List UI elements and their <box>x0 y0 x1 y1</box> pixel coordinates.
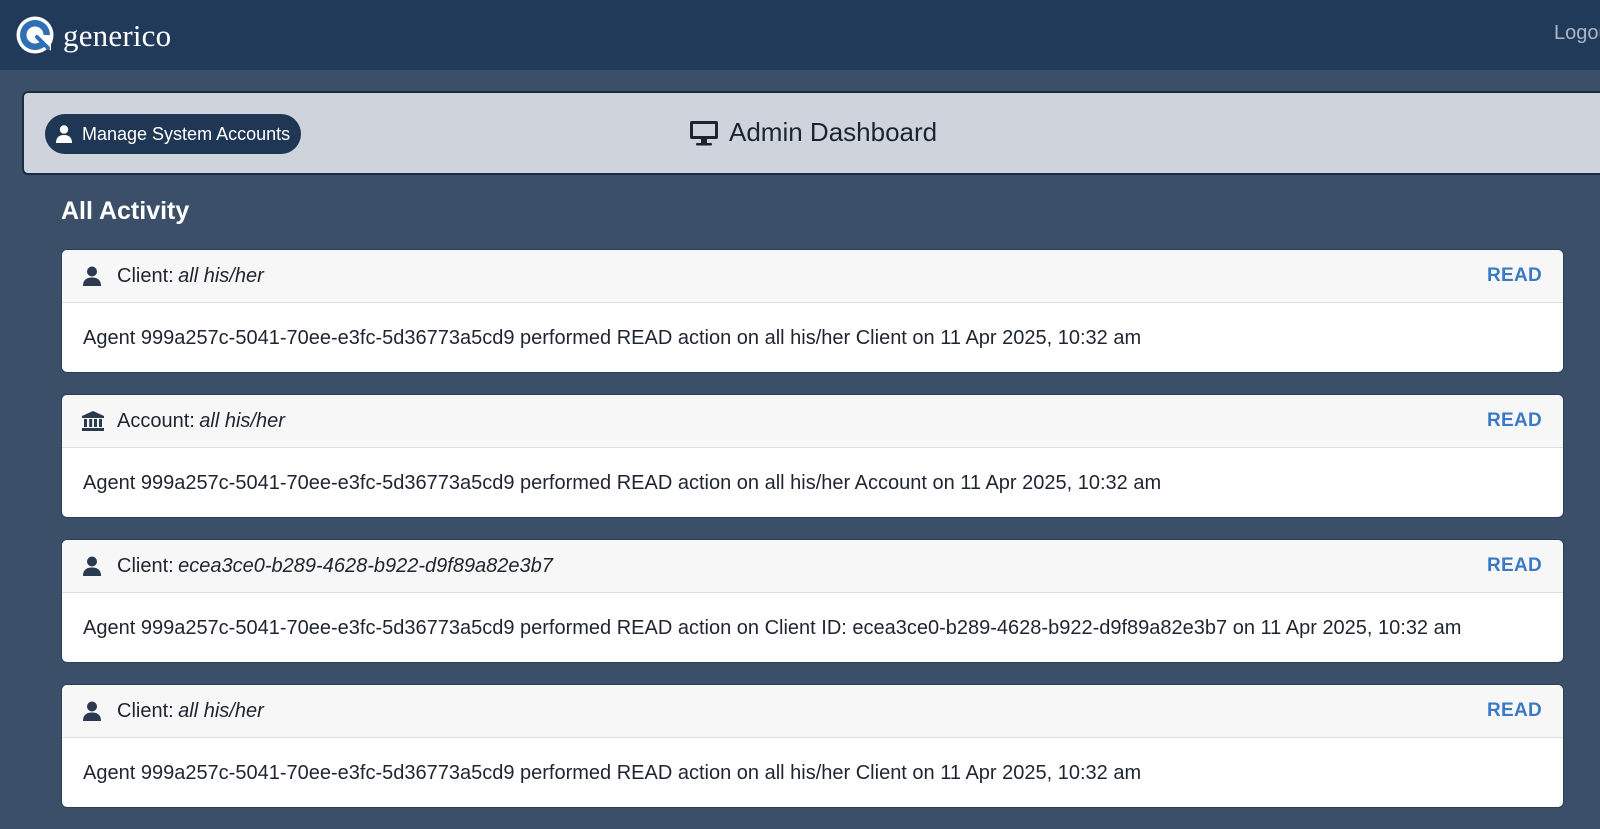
activity-card-header: Account: all his/her READ <box>62 395 1563 448</box>
activity-card-header: Client: all his/her READ <box>62 685 1563 738</box>
activity-list: Client: all his/her READ Agent 999a257c-… <box>61 249 1564 829</box>
activity-action-badge[interactable]: READ <box>1487 555 1542 577</box>
manage-system-accounts-label: Manage System Accounts <box>82 123 291 144</box>
page-title: Admin Dashboard <box>689 117 937 148</box>
user-icon <box>56 125 72 143</box>
manage-system-accounts-button[interactable]: Manage System Accounts <box>45 114 302 154</box>
generico-logo-icon <box>16 16 54 54</box>
activity-action-badge[interactable]: READ <box>1487 700 1542 722</box>
desktop-monitor-icon <box>690 120 718 145</box>
activity-card-header: Client: all his/her READ <box>62 250 1563 303</box>
user-icon <box>83 556 101 576</box>
activity-card: Client: all his/her READ Agent 999a257c-… <box>61 249 1564 373</box>
activity-target: all his/her <box>178 699 264 722</box>
activity-card: Account: all his/her READ Agent 999a257c… <box>61 394 1564 518</box>
brand-name: generico <box>63 17 172 53</box>
activity-type-label: Client: <box>117 264 174 287</box>
user-icon <box>83 266 101 286</box>
brand-link[interactable]: generico <box>15 15 171 55</box>
page-title-text: Admin Dashboard <box>729 117 938 147</box>
activity-card: Client: ecea3ce0-b289-4628-b922-d9f89a82… <box>61 539 1564 663</box>
activity-message: Agent 999a257c-5041-70ee-e3fc-5d36773a5c… <box>83 616 1462 639</box>
activity-action-badge[interactable]: READ <box>1487 410 1542 432</box>
activity-type-label: Account: <box>117 409 195 432</box>
user-icon <box>83 701 101 721</box>
top-navbar: generico Logout <box>0 0 1600 70</box>
activity-message: Agent 999a257c-5041-70ee-e3fc-5d36773a5c… <box>83 471 1162 494</box>
activity-type-label: Client: <box>117 554 174 577</box>
activity-target: all his/her <box>178 264 264 287</box>
section-title: All Activity <box>61 197 190 225</box>
activity-message: Agent 999a257c-5041-70ee-e3fc-5d36773a5c… <box>83 326 1142 349</box>
activity-card: Client: all his/her READ Agent 999a257c-… <box>61 684 1564 808</box>
dashboard-header-panel: Manage System Accounts Admin Dashboard <box>22 91 1600 175</box>
activity-action-badge[interactable]: READ <box>1487 265 1542 287</box>
activity-type-label: Client: <box>117 699 174 722</box>
logout-link[interactable]: Logout <box>1554 22 1600 45</box>
activity-card-header: Client: ecea3ce0-b289-4628-b922-d9f89a82… <box>62 540 1563 593</box>
activity-target: ecea3ce0-b289-4628-b922-d9f89a82e3b7 <box>178 554 553 577</box>
activity-message: Agent 999a257c-5041-70ee-e3fc-5d36773a5c… <box>83 761 1142 784</box>
activity-target: all his/her <box>199 409 285 432</box>
bank-icon <box>82 411 104 431</box>
